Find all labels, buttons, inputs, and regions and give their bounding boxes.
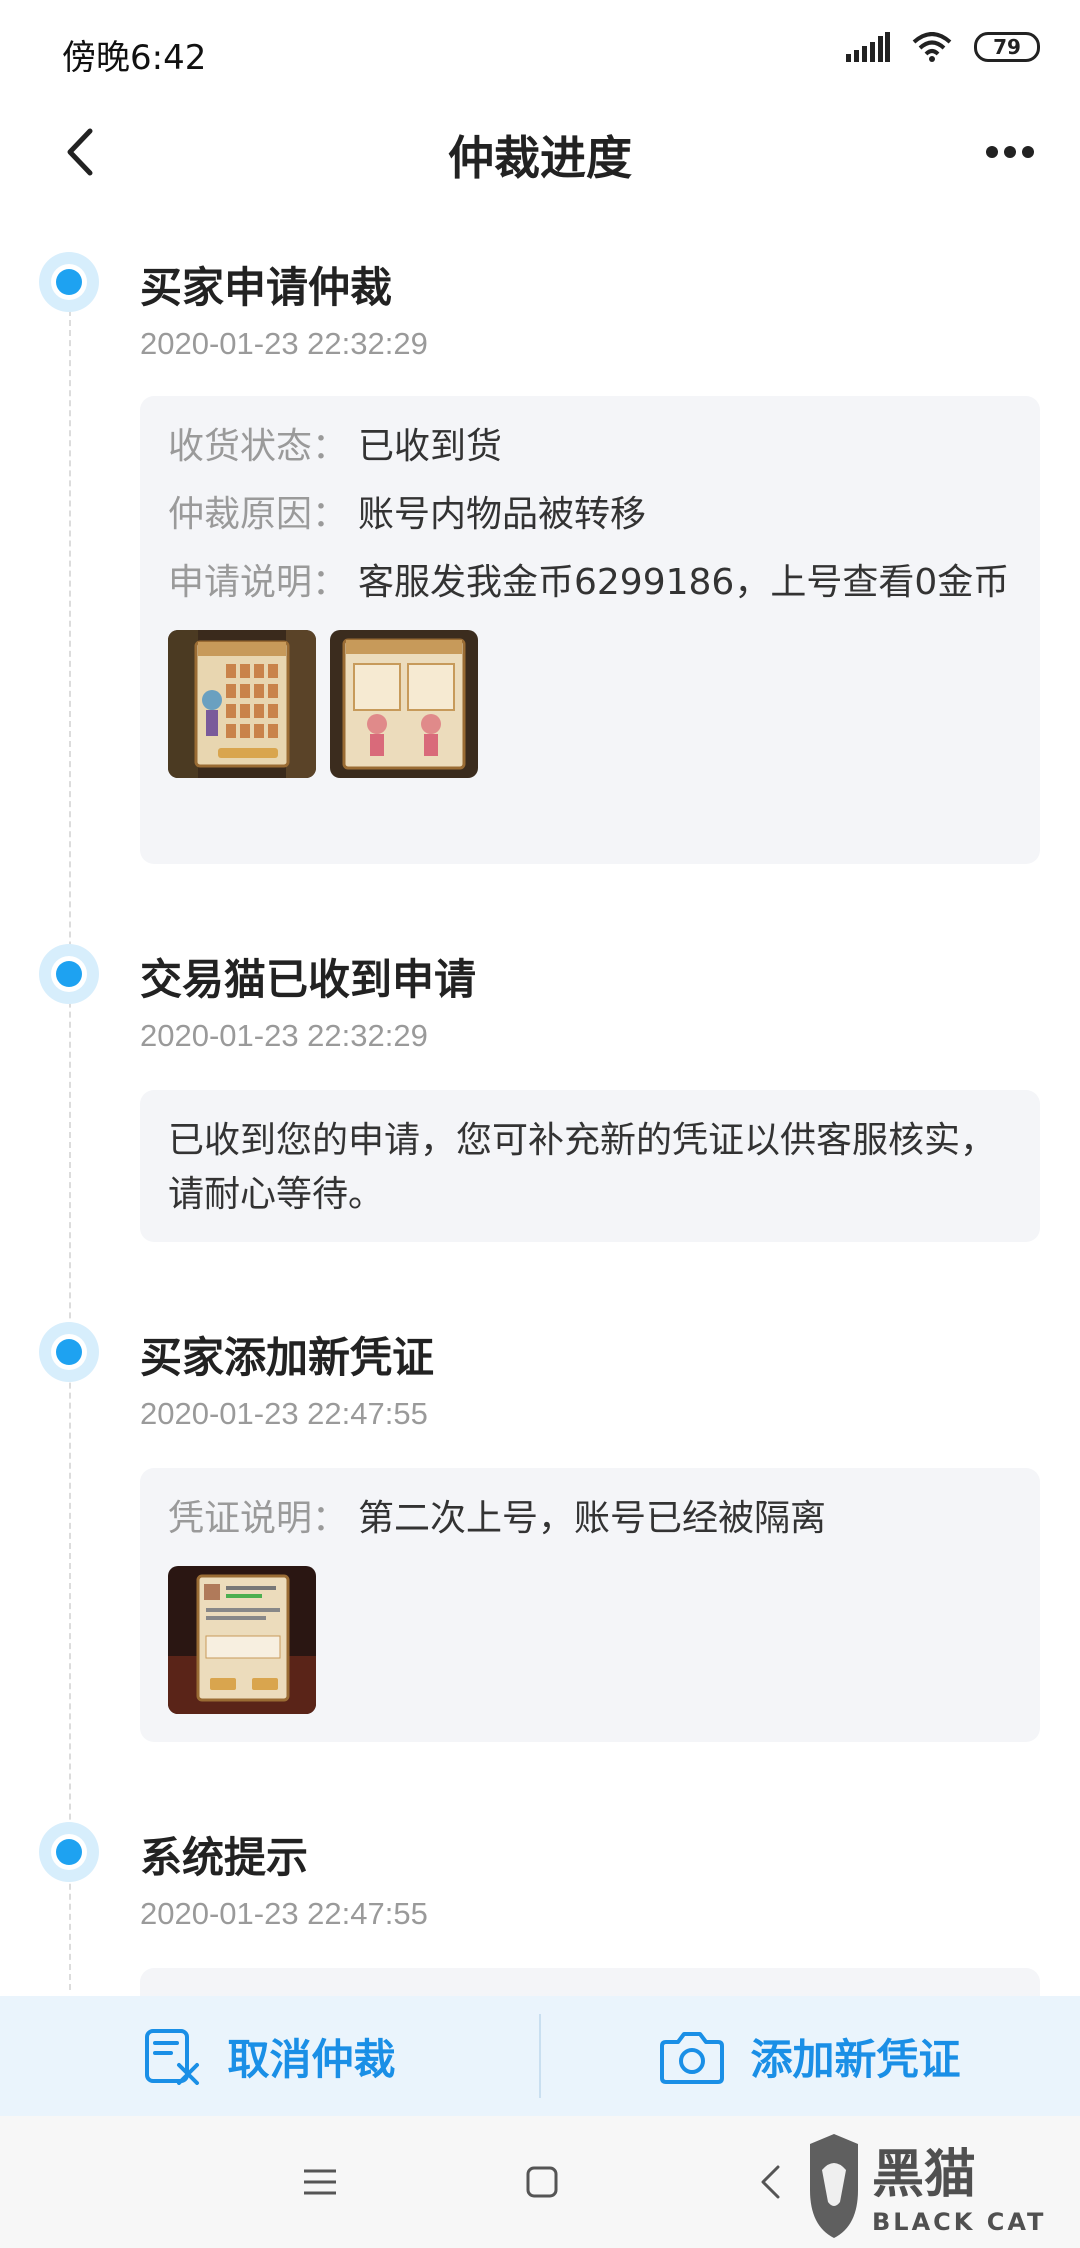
status-bar: 傍晚6:42 79 [0,0,1080,96]
svg-text:黑猫: 黑猫 [872,2145,976,2205]
step-card: 已收到您的申请，您可补充新的凭证以供客服核实，请耐心等待。 [140,1090,1040,1242]
add-evidence-label: 添加新凭证 [750,2034,961,2084]
evidence-images [168,630,1012,778]
action-bar: 取消仲裁 添加新凭证 [0,1996,1080,2116]
field-key: 凭证说明： [168,1498,349,1539]
camera-icon [660,2032,725,2084]
timeline-line [69,310,71,1990]
timeline-dot [39,252,99,312]
svg-text:BLACK CAT: BLACK CAT [872,2208,1046,2236]
field-value: 已收到货 [358,426,503,467]
field-row: 仲裁原因： 账号内物品被转移 [168,488,1012,542]
step-time: 2020-01-23 22:32:29 [140,1018,428,1053]
status-icons: 79 [846,32,1040,62]
battery-indicator: 79 [974,32,1040,62]
home-square-icon [526,2166,558,2198]
field-row: 收货状态： 已收到货 [168,420,1012,474]
nav-bar: 仲裁进度 [0,96,1080,208]
step-title: 买家申请仲裁 [140,263,393,312]
field-row: 凭证说明： 第二次上号，账号已经被隔离 [168,1492,1012,1546]
step-title: 买家添加新凭证 [140,1333,435,1382]
step-message: 已收到您的申请，您可补充新的凭证以供客服核实，请耐心等待。 [168,1120,997,1215]
wifi-icon [912,32,952,62]
field-value: 客服发我金币6299186，上号查看0金币 [358,562,1010,603]
step-card: 收货状态： 已收到货 仲裁原因： 账号内物品被转移 申请说明： 客服发我金币62… [140,396,1040,864]
step-card: 凭证说明： 第二次上号，账号已经被隔离 [140,1468,1040,1742]
system-back-button[interactable] [740,2152,800,2212]
step-time: 2020-01-23 22:47:55 [140,1396,428,1431]
black-cat-watermark: 黑猫 BLACK CAT [800,2130,1070,2242]
menu-button[interactable] [290,2152,350,2212]
page-title: 仲裁进度 [448,131,632,185]
evidence-images [168,1566,1012,1714]
evidence-thumbnail[interactable] [168,630,316,778]
timeline-dot [39,1322,99,1382]
more-button[interactable] [970,116,1050,188]
more-icon [986,146,1034,158]
cancel-arbitration-button[interactable]: 取消仲裁 [0,1996,539,2116]
step-time: 2020-01-23 22:47:55 [140,1896,428,1931]
back-triangle-icon [761,2165,780,2199]
field-key: 收货状态： [168,426,349,467]
menu-icon [304,2169,336,2195]
field-key: 仲裁原因： [168,494,349,535]
cancel-document-icon [145,2029,200,2085]
status-time: 傍晚6:42 [62,38,207,78]
field-row: 申请说明： 客服发我金币6299186，上号查看0金币 [168,556,1012,610]
field-key: 申请说明： [168,562,349,603]
timeline-dot [39,944,99,1004]
timeline-dot [39,1822,99,1882]
field-value: 第二次上号，账号已经被隔离 [358,1498,827,1539]
field-value: 账号内物品被转移 [358,494,647,535]
signal-icon [846,32,890,62]
evidence-thumbnail[interactable] [330,630,478,778]
step-title: 系统提示 [140,1833,309,1882]
add-evidence-button[interactable]: 添加新凭证 [541,1996,1080,2116]
cancel-arbitration-label: 取消仲裁 [227,2034,396,2084]
step-time: 2020-01-23 22:32:29 [140,326,428,361]
home-button[interactable] [512,2152,572,2212]
evidence-thumbnail[interactable] [168,1566,316,1714]
step-title: 交易猫已收到申请 [140,955,477,1004]
